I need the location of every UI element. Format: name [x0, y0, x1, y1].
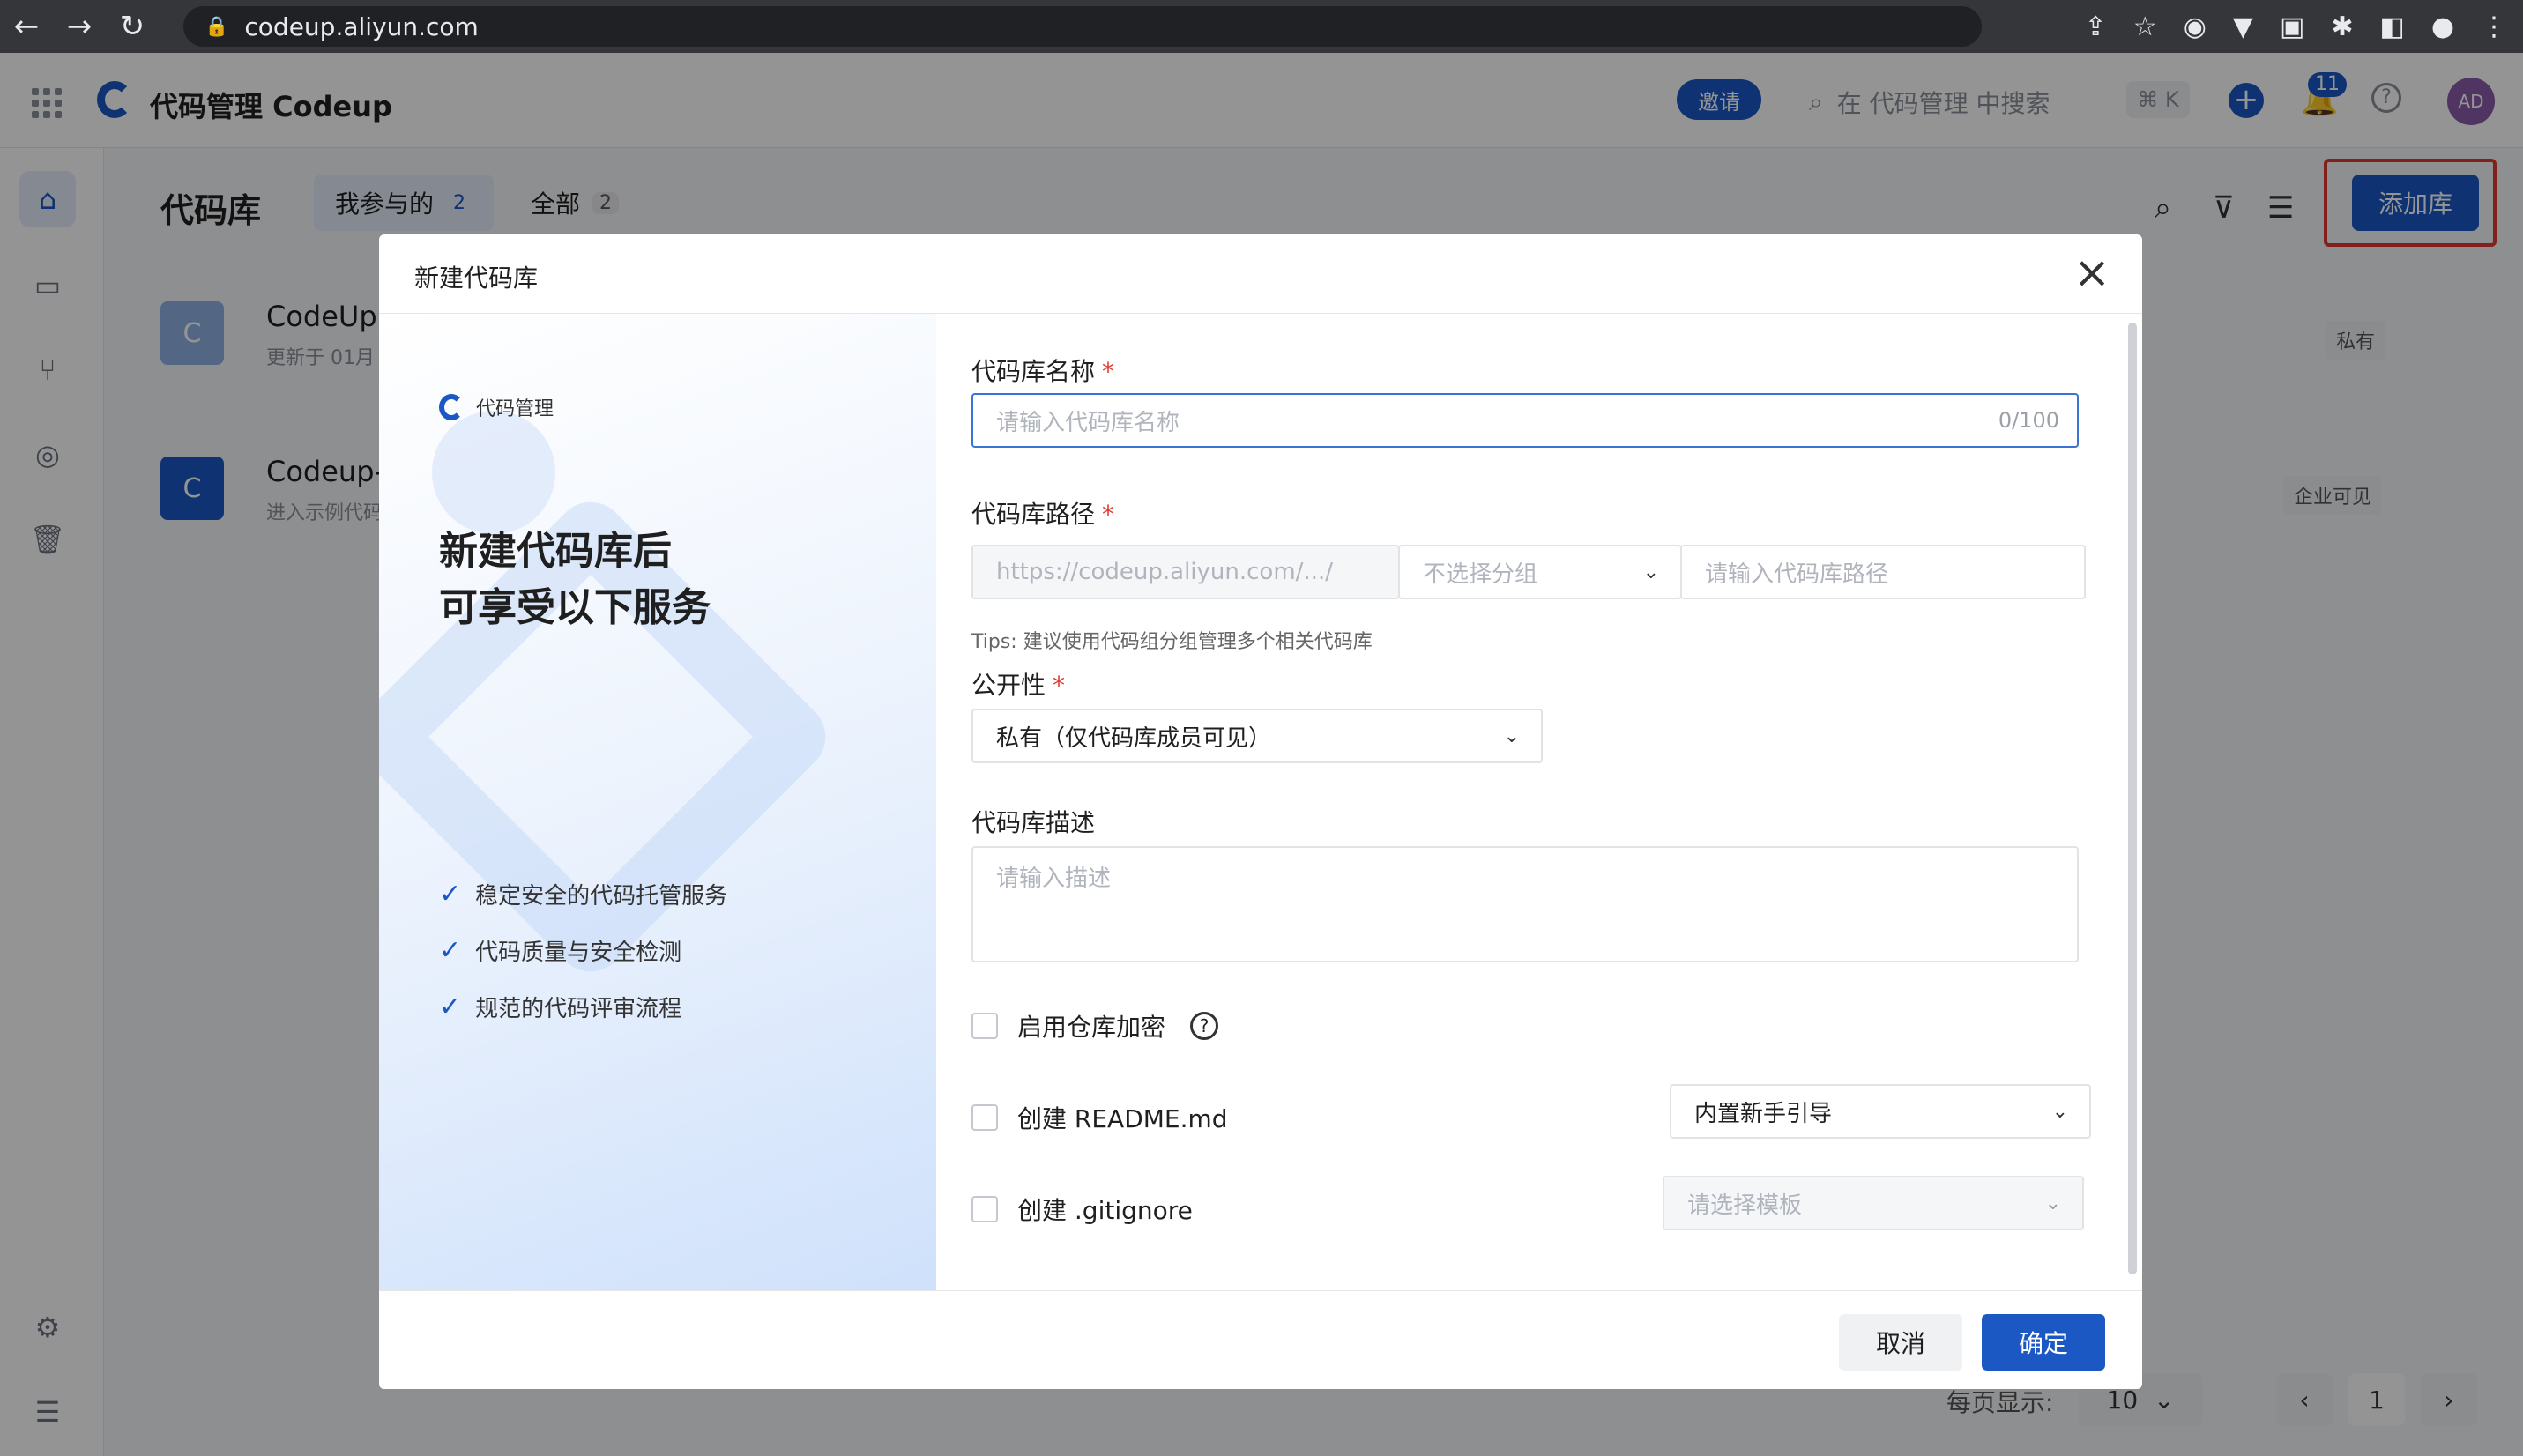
- decorative-shape: [432, 411, 555, 534]
- feature-text: 代码质量与安全检测: [475, 940, 682, 966]
- browser-toolbar: ← → ↻ 🔒 codeup.aliyun.com ⇪ ☆ ◉ ▼ ▣ ✱ ◧ …: [0, 0, 2523, 53]
- dialog-title: 新建代码库: [414, 264, 539, 293]
- chevron-down-icon: ⌄: [1503, 724, 1520, 747]
- feature-item: ✓ 稳定安全的代码托管服务: [439, 878, 727, 910]
- feature-item: ✓ 代码质量与安全检测: [439, 934, 681, 967]
- create-repo-form: 代码库名称 * 请输入代码库名称 0/100 代码库路径 * https://cod…: [936, 314, 2142, 1290]
- input-placeholder: 请输入代码库路径: [1705, 561, 1889, 588]
- visibility-select[interactable]: 私有（仅代码库成员可见） ⌄: [971, 709, 1543, 763]
- codeup-logo-icon: [439, 394, 464, 420]
- close-icon[interactable]: ×: [2073, 250, 2110, 294]
- gitignore-checkbox[interactable]: [971, 1196, 998, 1222]
- side-panel-icon[interactable]: ◧: [2379, 11, 2404, 42]
- forward-icon[interactable]: →: [53, 9, 106, 44]
- cancel-button[interactable]: 取消: [1839, 1314, 1962, 1371]
- check-icon: ✓: [439, 935, 462, 966]
- check-icon: ✓: [439, 992, 462, 1022]
- check-icon: ✓: [439, 879, 462, 910]
- chevron-down-icon: ⌄: [2051, 1100, 2068, 1123]
- password-manager-icon[interactable]: ◉: [2184, 11, 2207, 42]
- feature-item: ✓ 规范的代码评审流程: [439, 991, 681, 1023]
- repo-name-input[interactable]: 请输入代码库名称 0/100: [971, 393, 2079, 448]
- filter-extension-icon[interactable]: ▼: [2233, 11, 2253, 42]
- required-mark: *: [1102, 357, 1115, 386]
- readme-template-select[interactable]: 内置新手引导 ⌄: [1670, 1084, 2091, 1139]
- select-value: 内置新手引导: [1694, 1100, 1833, 1127]
- path-prefix-text: https://codeup.aliyun.com/.../: [996, 559, 1333, 585]
- input-placeholder: 请输入代码库名称: [996, 409, 1180, 436]
- select-placeholder: 不选择分组: [1423, 561, 1538, 588]
- repo-path-label: 代码库路径 *: [971, 495, 1114, 531]
- feature-text: 稳定安全的代码托管服务: [475, 883, 728, 910]
- encrypt-option: 启用仓库加密 ?: [971, 1008, 1219, 1044]
- form-scrollbar[interactable]: [2128, 323, 2137, 1274]
- label-text: 公开性: [971, 671, 1046, 700]
- group-select[interactable]: 不选择分组 ⌄: [1398, 545, 1682, 599]
- encrypt-checkbox[interactable]: [971, 1013, 998, 1039]
- profile-icon[interactable]: ●: [2431, 11, 2454, 42]
- bookmark-star-icon[interactable]: ☆: [2133, 11, 2157, 42]
- scrollbar-thumb[interactable]: [2128, 323, 2137, 1274]
- label-text: 代码库名称: [971, 357, 1096, 386]
- intro-panel: 代码管理 新建代码库后 可享受以下服务 ✓ 稳定安全的代码托管服务 ✓ 代码质量…: [379, 314, 936, 1290]
- repo-path-input[interactable]: 请输入代码库路径: [1680, 545, 2086, 599]
- dialog-header: 新建代码库 ×: [379, 234, 2142, 314]
- back-icon[interactable]: ←: [0, 9, 53, 44]
- lock-icon: 🔒: [205, 15, 229, 38]
- repo-name-label: 代码库名称 *: [971, 353, 1114, 388]
- required-mark: *: [1102, 500, 1115, 529]
- encrypt-label: 启用仓库加密: [1017, 1013, 1166, 1042]
- textarea-placeholder: 请输入描述: [996, 865, 1112, 892]
- dialog-footer: 取消 确定: [379, 1290, 2142, 1389]
- create-repo-dialog: 新建代码库 × 代码管理 新建代码库后 可享受以下服务 ✓ 稳定安全的代码托管服…: [379, 234, 2142, 1389]
- gitignore-template-select: 请选择模板 ⌄: [1663, 1176, 2084, 1230]
- readme-checkbox[interactable]: [971, 1104, 998, 1131]
- readme-option: 创建 README.md: [971, 1100, 1228, 1135]
- readme-label: 创建 README.md: [1017, 1104, 1228, 1133]
- gitignore-label: 创建 .gitignore: [1017, 1196, 1193, 1225]
- description-textarea[interactable]: 请输入描述: [971, 846, 2079, 962]
- feature-text: 规范的代码评审流程: [475, 996, 682, 1022]
- confirm-button[interactable]: 确定: [1982, 1314, 2105, 1371]
- headline-line: 可享受以下服务: [439, 585, 711, 630]
- headline-line: 新建代码库后: [439, 529, 672, 574]
- share-icon[interactable]: ⇪: [2085, 11, 2107, 42]
- brand-label: 代码管理: [476, 398, 554, 420]
- path-tips: Tips: 建议使用代码组分组管理多个相关代码库: [971, 631, 1373, 653]
- url-text: codeup.aliyun.com: [244, 11, 479, 41]
- help-icon[interactable]: ?: [1190, 1012, 1219, 1040]
- gitignore-option: 创建 .gitignore: [971, 1192, 1193, 1227]
- select-placeholder: 请选择模板: [1687, 1192, 1803, 1219]
- select-value: 私有（仅代码库成员可见）: [996, 724, 1272, 752]
- required-mark: *: [1053, 671, 1066, 700]
- label-text: 代码库路径: [971, 500, 1096, 529]
- description-label: 代码库描述: [971, 808, 1096, 837]
- chevron-down-icon: ⌄: [2044, 1192, 2061, 1215]
- extension-icon[interactable]: ▣: [2280, 11, 2304, 42]
- brand: 代码管理: [439, 393, 554, 421]
- puzzle-icon[interactable]: ✱: [2331, 11, 2353, 42]
- reload-icon[interactable]: ↻: [106, 9, 159, 44]
- chevron-down-icon: ⌄: [1642, 561, 1659, 583]
- intro-headline: 新建代码库后 可享受以下服务: [439, 524, 711, 636]
- char-counter: 0/100: [1998, 408, 2059, 433]
- path-prefix: https://codeup.aliyun.com/.../: [971, 545, 1400, 599]
- address-bar[interactable]: 🔒 codeup.aliyun.com: [183, 6, 1982, 47]
- more-icon[interactable]: ⋮: [2481, 11, 2507, 42]
- visibility-label: 公开性 *: [971, 666, 1065, 702]
